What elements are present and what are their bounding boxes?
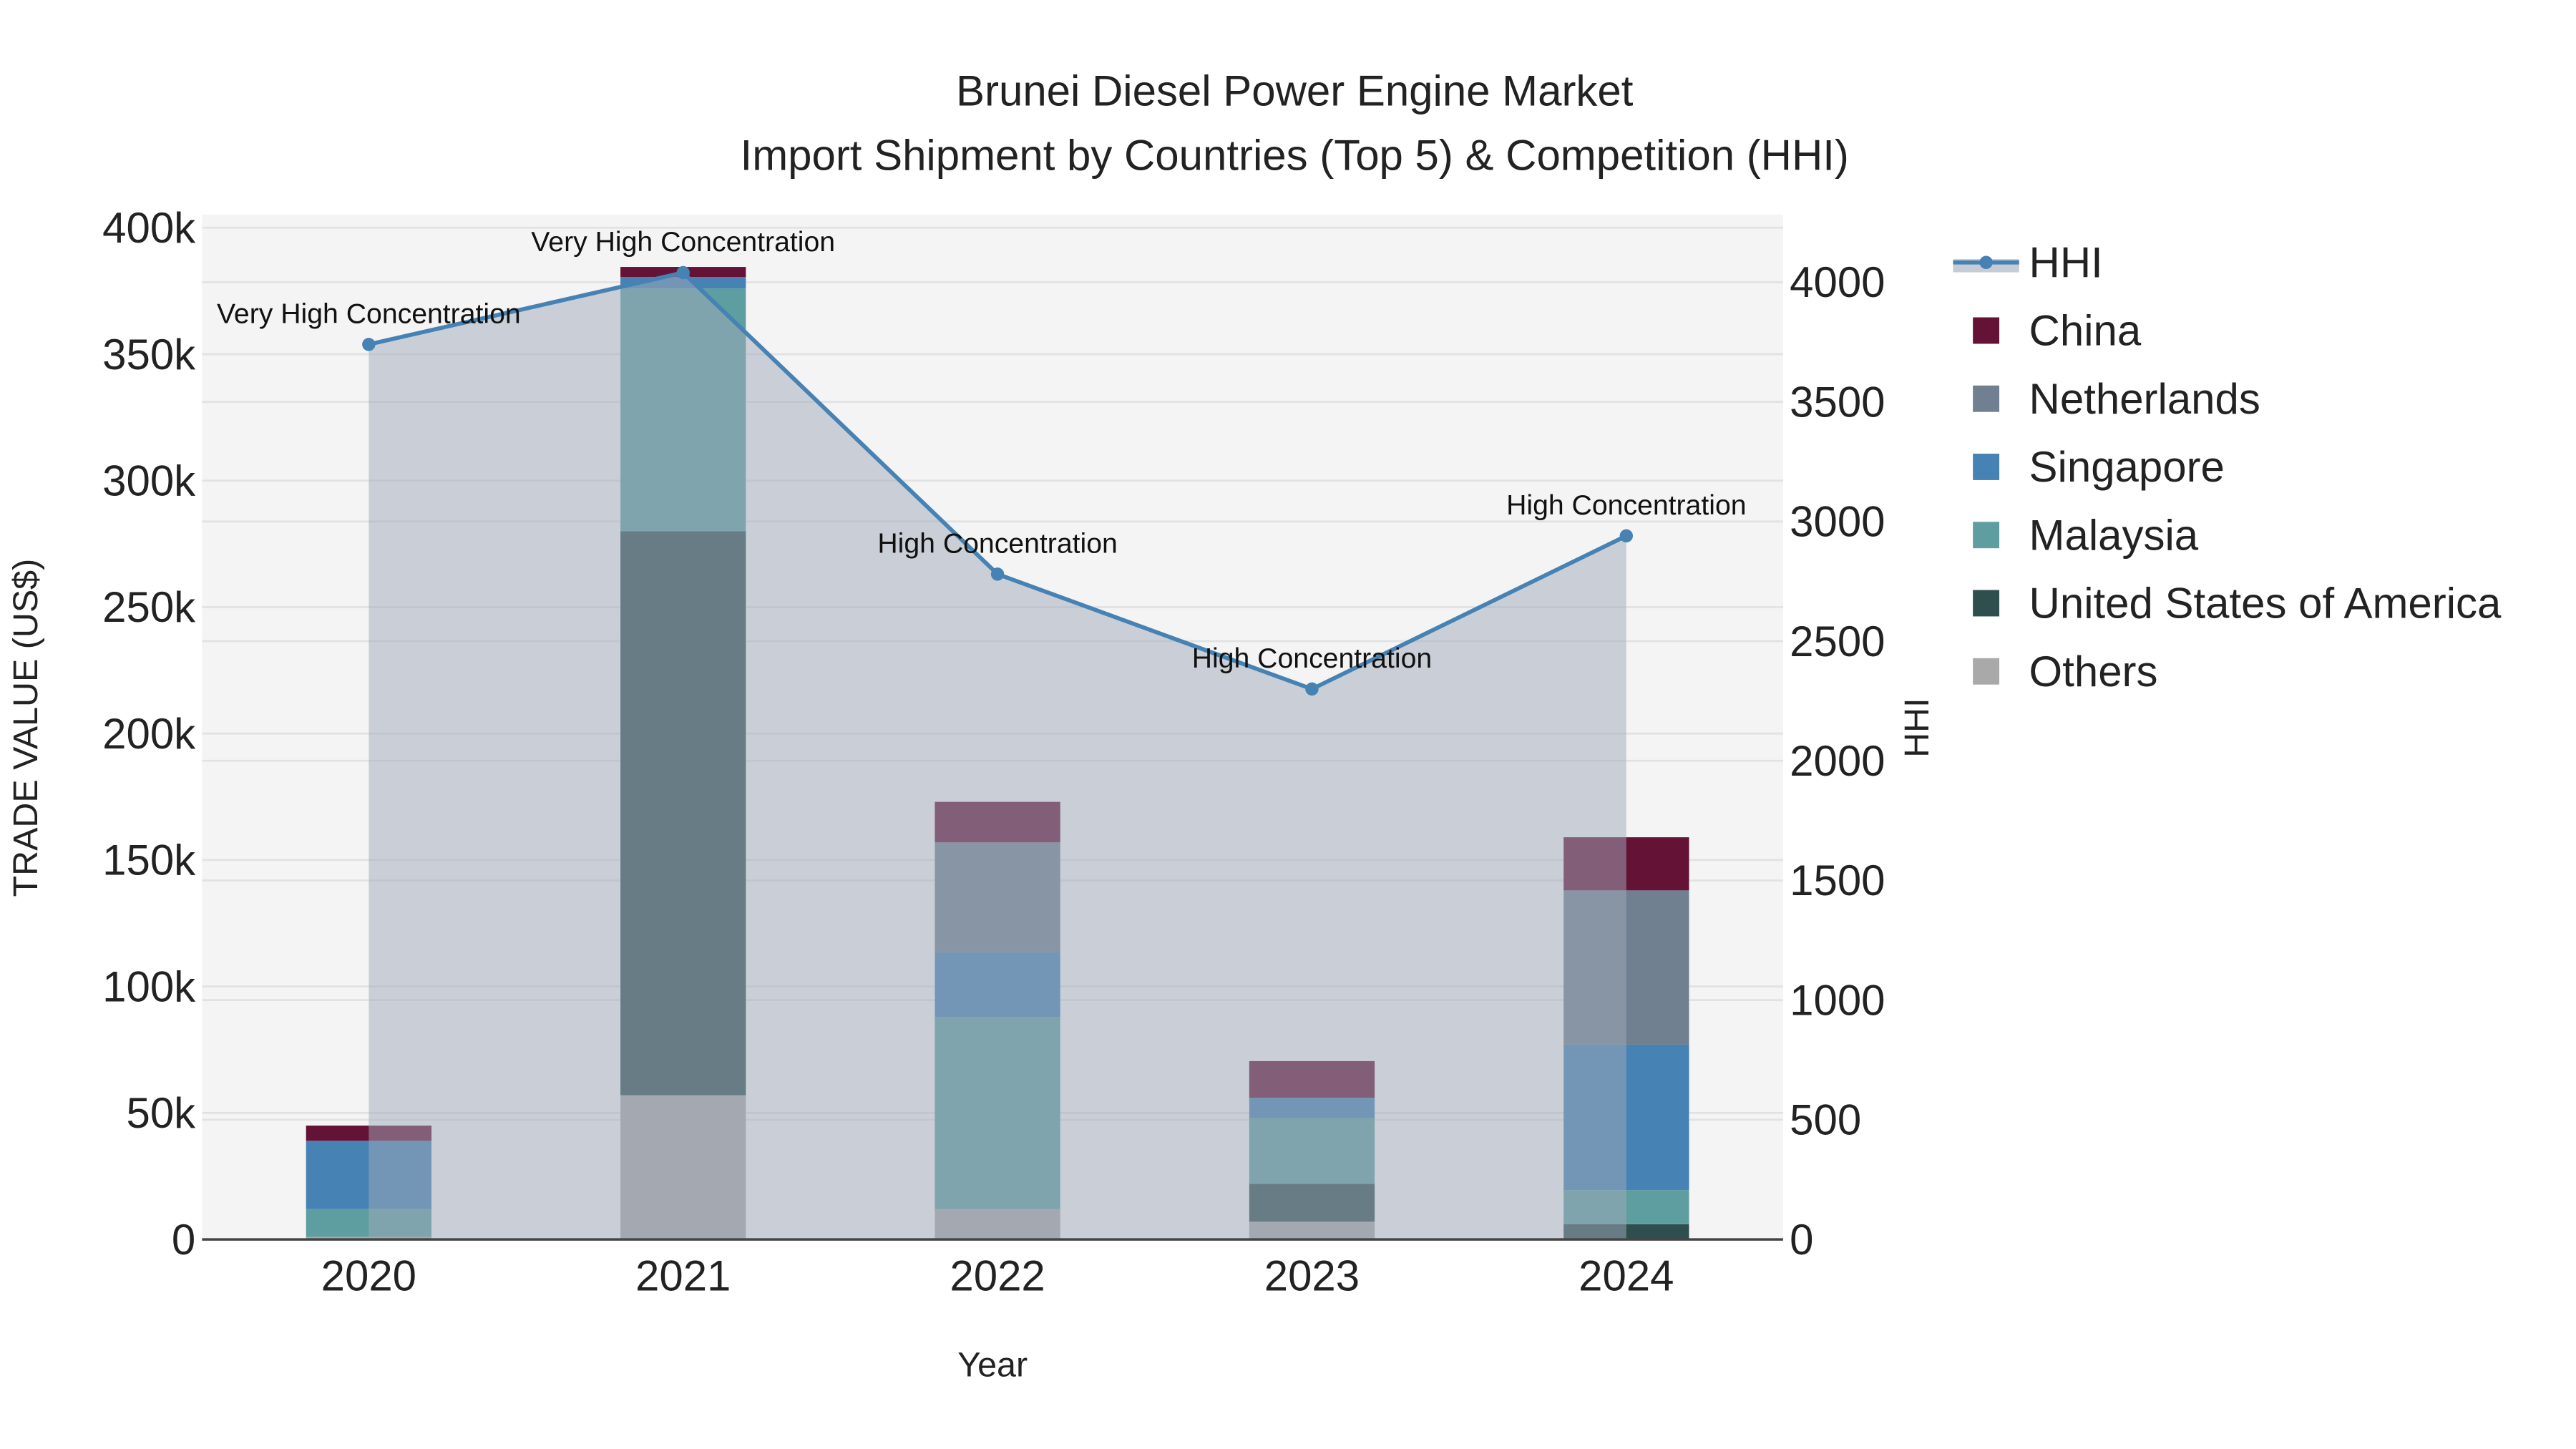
- x-tick-label: 2024: [1579, 1252, 1674, 1300]
- y2-tick-label: 2000: [1790, 737, 1885, 785]
- legend-swatch: [1973, 385, 2000, 412]
- legend-label: Netherlands: [2029, 375, 2260, 423]
- hhi-annotation: High Concentration: [877, 528, 1117, 559]
- hhi-point: [362, 338, 376, 351]
- legend-label: Malaysia: [2029, 511, 2199, 559]
- legend-swatch: [1973, 317, 2000, 344]
- chart-title: Brunei Diesel Power Engine Market: [956, 67, 1634, 115]
- y-tick-label: 150k: [102, 836, 196, 884]
- y-tick-label: 0: [172, 1216, 195, 1264]
- hhi-annotation: High Concentration: [1192, 643, 1432, 674]
- legend-swatch: [1973, 454, 2000, 480]
- y-tick-label: 250k: [102, 583, 196, 631]
- legend-label: United States of America: [2029, 580, 2502, 628]
- legend-label: China: [2029, 307, 2142, 355]
- y2-tick-label: 500: [1790, 1096, 1861, 1144]
- hhi-point: [1619, 529, 1634, 543]
- y-axis-label: TRADE VALUE (US$): [6, 559, 45, 897]
- y-tick-label: 400k: [102, 204, 196, 252]
- x-tick-label: 2021: [635, 1252, 731, 1300]
- hhi-point: [990, 567, 1005, 581]
- y2-tick-label: 1500: [1790, 857, 1885, 904]
- y2-tick-label: 4000: [1790, 258, 1885, 306]
- legend-swatch: [1973, 522, 2000, 549]
- legend-hhi-marker: [1979, 255, 1993, 269]
- y2-tick-label: 1000: [1790, 976, 1885, 1024]
- hhi-annotation: Very High Concentration: [531, 227, 835, 258]
- x-axis-label: Year: [957, 1346, 1028, 1385]
- legend-label: HHI: [2029, 238, 2103, 286]
- y-tick-label: 350k: [102, 331, 196, 379]
- y2-tick-label: 0: [1790, 1216, 1813, 1264]
- y2-axis-label: HHI: [1898, 698, 1936, 757]
- x-tick-label: 2022: [950, 1252, 1045, 1300]
- y-tick-label: 100k: [102, 962, 196, 1010]
- y2-tick-label: 3500: [1790, 378, 1885, 426]
- y2-tick-label: 2500: [1790, 618, 1885, 665]
- y2-tick-label: 3000: [1790, 498, 1885, 546]
- y-tick-label: 200k: [102, 710, 196, 758]
- legend-label: Singapore: [2029, 443, 2225, 491]
- legend-swatch: [1973, 658, 2000, 685]
- y-tick-label: 300k: [102, 457, 196, 504]
- chart: Brunei Diesel Power Engine Market Import…: [1, 0, 2575, 1449]
- x-tick-label: 2023: [1264, 1252, 1360, 1300]
- hhi-point: [1305, 682, 1319, 696]
- hhi-annotation: Very High Concentration: [217, 298, 521, 329]
- y-tick-label: 50k: [127, 1089, 197, 1137]
- legend-swatch: [1973, 590, 2000, 617]
- chart-subtitle: Import Shipment by Countries (Top 5) & C…: [741, 132, 1849, 180]
- hhi-annotation: High Concentration: [1506, 490, 1746, 521]
- hhi-point: [676, 265, 690, 280]
- legend-label: Others: [2029, 648, 2158, 696]
- x-tick-label: 2020: [321, 1252, 416, 1300]
